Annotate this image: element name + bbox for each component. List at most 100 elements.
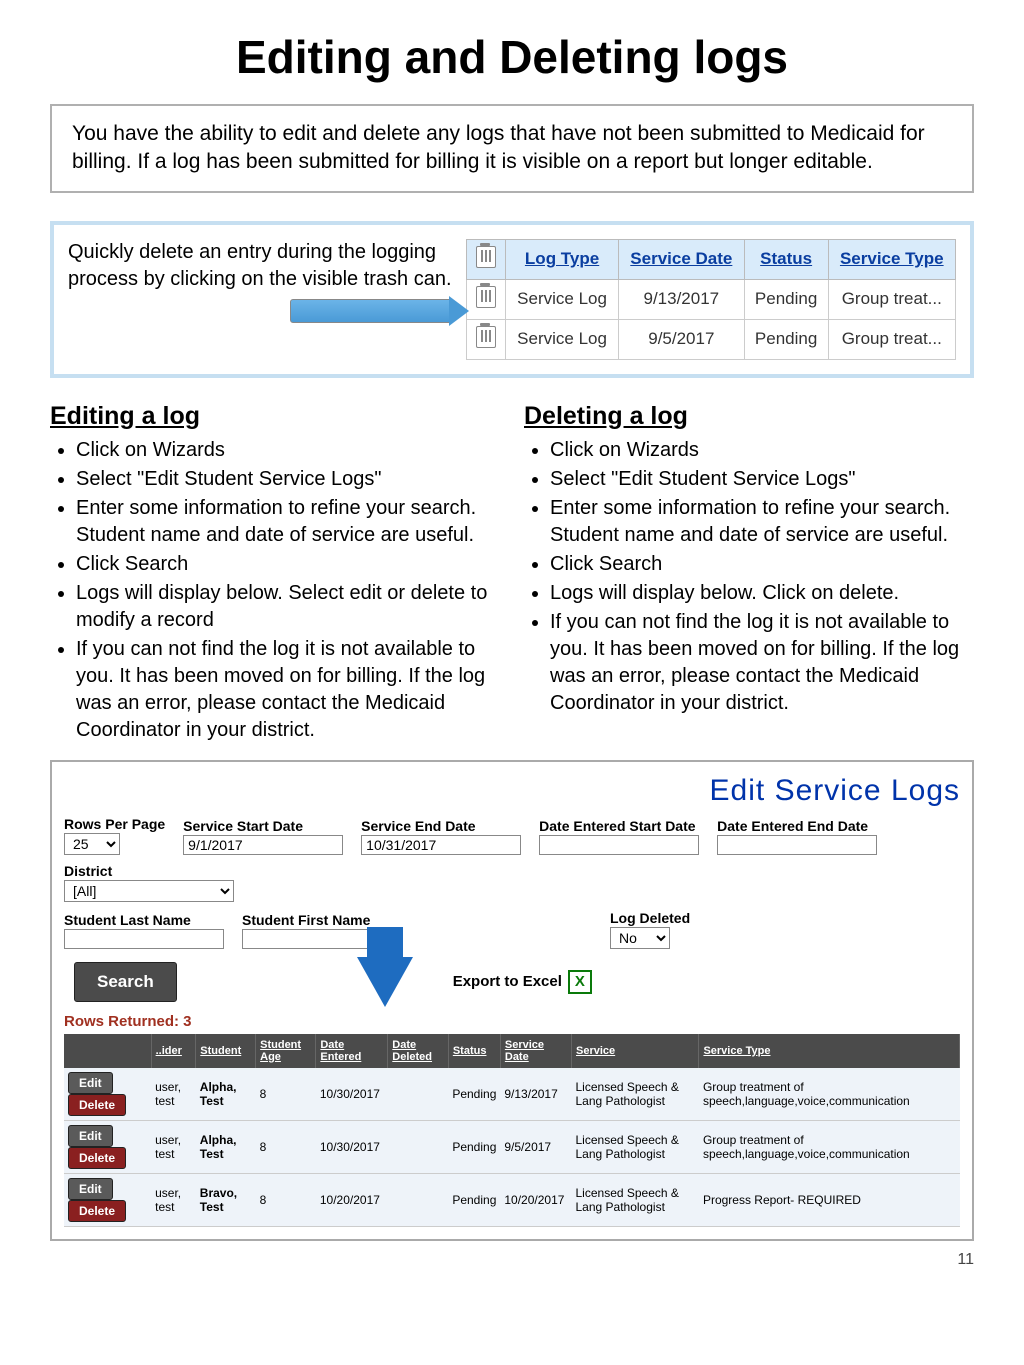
cell: Alpha, Test <box>196 1120 256 1173</box>
col-stype[interactable]: Service Type <box>699 1034 960 1068</box>
deleting-heading: Deleting a log <box>524 402 974 431</box>
edit-button[interactable]: Edit <box>68 1072 113 1094</box>
rows-returned: Rows Returned: 3 <box>64 1013 960 1030</box>
cell: Progress Report- REQUIRED <box>699 1173 960 1226</box>
header-service-date[interactable]: Service Date <box>618 239 744 279</box>
list-item: Logs will display below. Select edit or … <box>76 580 500 634</box>
editing-heading: Editing a log <box>50 402 500 431</box>
export-label: Export to ExcelX <box>453 970 592 994</box>
date-entered-start-input[interactable] <box>539 835 699 855</box>
table-row: Edit Delete user, testAlpha, Test810/30/2… <box>64 1120 960 1173</box>
cell: Licensed Speech & Lang Pathologist <box>572 1120 699 1173</box>
log-deleted-select[interactable]: No <box>610 927 670 949</box>
service-start-input[interactable] <box>183 835 343 855</box>
cell: Licensed Speech & Lang Pathologist <box>572 1173 699 1226</box>
table-row: Edit Delete user, testBravo, Test8 10/20/2… <box>64 1173 960 1226</box>
cell: user, test <box>151 1173 196 1226</box>
log-preview-table: Log Type Service Date Status Service Typ… <box>466 239 956 360</box>
cell: 9/13/2017 <box>618 279 744 319</box>
editing-column: Editing a log Click on Wizards Select "E… <box>50 402 500 746</box>
cell: Group treat... <box>828 319 955 359</box>
panel-title: Edit Service Logs <box>64 774 960 808</box>
col-entered[interactable]: Date Entered <box>316 1034 388 1068</box>
cell: user, test <box>151 1120 196 1173</box>
excel-icon[interactable]: X <box>568 970 592 994</box>
cell: Alpha, Test <box>196 1068 256 1121</box>
cell: Pending <box>448 1120 500 1173</box>
cell: Pending <box>744 279 828 319</box>
header-log-type[interactable]: Log Type <box>506 239 619 279</box>
col-actions <box>64 1034 151 1068</box>
list-item: Click on Wizards <box>76 437 500 464</box>
list-item: Select "Edit Student Service Logs" <box>76 466 500 493</box>
table-row: Service Log 9/13/2017 Pending Group trea… <box>467 279 956 319</box>
cell: 8 <box>256 1173 316 1226</box>
cell: 9/5/2017 <box>618 319 744 359</box>
list-item: Logs will display below. Click on delete… <box>550 580 974 607</box>
last-name-input[interactable] <box>64 929 224 949</box>
cell: 8 <box>256 1120 316 1173</box>
cell: 10/30/2017 <box>316 1120 388 1173</box>
date-entered-end-label: Date Entered End Date <box>717 818 877 834</box>
cell: 9/5/2017 <box>500 1120 571 1173</box>
col-ider[interactable]: ..ider <box>151 1034 196 1068</box>
cell: Group treat... <box>828 279 955 319</box>
results-table: ..ider Student Student Age Date Entered … <box>64 1034 960 1227</box>
cell <box>388 1173 449 1226</box>
cell: Bravo, Test <box>196 1173 256 1226</box>
cell: 10/20/2017 <box>500 1173 571 1226</box>
deleting-column: Deleting a log Click on Wizards Select "… <box>524 402 974 746</box>
table-row: Edit Deleteuser, testAlpha, Test810/30/2… <box>64 1068 960 1121</box>
district-select[interactable]: [All] <box>64 880 234 902</box>
edit-button[interactable]: Edit <box>68 1125 113 1147</box>
col-sdate[interactable]: Service Date <box>500 1034 571 1068</box>
list-item: Click Search <box>76 551 500 578</box>
col-status[interactable]: Status <box>448 1034 500 1068</box>
log-deleted-label: Log Deleted <box>610 910 690 926</box>
first-name-label: Student First Name <box>242 912 402 928</box>
col-student[interactable]: Student <box>196 1034 256 1068</box>
cell <box>388 1068 449 1121</box>
down-arrow-icon <box>357 957 413 1007</box>
list-item: If you can not find the log it is not av… <box>76 636 500 744</box>
cell: Group treatment of speech,language,voice… <box>699 1120 960 1173</box>
page-number: 11 <box>50 1251 974 1269</box>
col-age[interactable]: Student Age <box>256 1034 316 1068</box>
cell: Pending <box>448 1173 500 1226</box>
rows-per-page-label: Rows Per Page <box>64 816 165 832</box>
trash-icon[interactable] <box>476 286 496 308</box>
page-title: Editing and Deleting logs <box>50 30 974 84</box>
date-entered-end-input[interactable] <box>717 835 877 855</box>
service-start-label: Service Start Date <box>183 818 343 834</box>
delete-button[interactable]: Delete <box>68 1200 126 1222</box>
cell: Licensed Speech & Lang Pathologist <box>572 1068 699 1121</box>
cell: 9/13/2017 <box>500 1068 571 1121</box>
delete-callout: Quickly delete an entry during the loggi… <box>50 221 974 378</box>
cell: Service Log <box>506 319 619 359</box>
edit-service-logs-panel: Edit Service Logs Rows Per Page 25 Servi… <box>50 760 974 1241</box>
search-button[interactable]: Search <box>74 962 177 1002</box>
delete-button[interactable]: Delete <box>68 1147 126 1169</box>
cell: Pending <box>744 319 828 359</box>
rows-per-page-select[interactable]: 25 <box>64 833 120 855</box>
edit-button[interactable]: Edit <box>68 1178 113 1200</box>
district-label: District <box>64 863 234 879</box>
col-service[interactable]: Service <box>572 1034 699 1068</box>
delete-button[interactable]: Delete <box>68 1094 126 1116</box>
last-name-label: Student Last Name <box>64 912 224 928</box>
col-deleted[interactable]: Date Deleted <box>388 1034 449 1068</box>
trash-icon <box>476 246 496 268</box>
cell <box>388 1120 449 1173</box>
header-service-type[interactable]: Service Type <box>828 239 955 279</box>
date-entered-start-label: Date Entered Start Date <box>539 818 699 834</box>
cell: 8 <box>256 1068 316 1121</box>
header-status[interactable]: Status <box>744 239 828 279</box>
list-item: Select "Edit Student Service Logs" <box>550 466 974 493</box>
list-item: Click Search <box>550 551 974 578</box>
list-item: Enter some information to refine your se… <box>76 495 500 549</box>
service-end-input[interactable] <box>361 835 521 855</box>
trash-icon[interactable] <box>476 326 496 348</box>
intro-box: You have the ability to edit and delete … <box>50 104 974 193</box>
cell: 10/30/2017 <box>316 1068 388 1121</box>
header-trash[interactable] <box>467 239 506 279</box>
